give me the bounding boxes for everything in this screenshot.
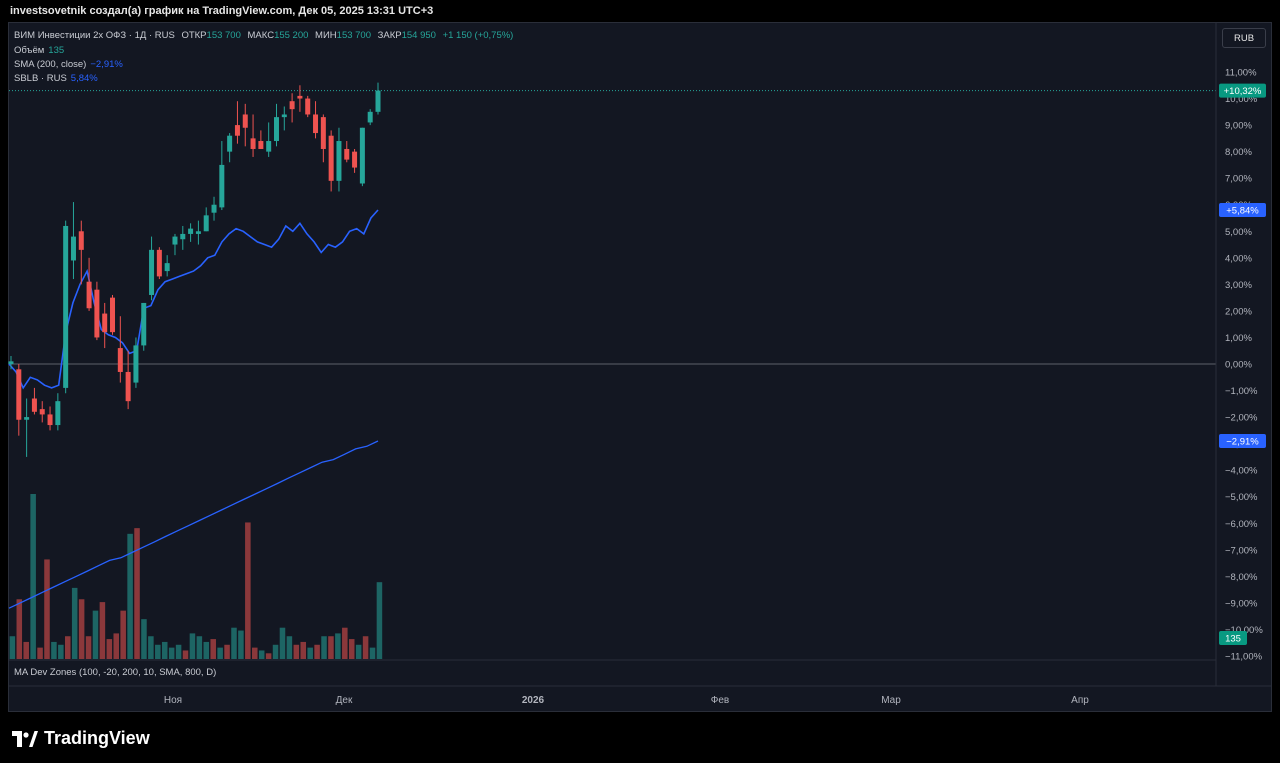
low-value: 153 700 — [336, 30, 371, 41]
close-label: ЗАКР — [377, 30, 402, 41]
volume-legend[interactable]: Объём 135 — [14, 45, 64, 56]
volume-value: 135 — [48, 45, 65, 56]
tradingview-logo-icon — [12, 730, 38, 747]
chart-attribution: investsovetnik создал(а) график на Tradi… — [10, 5, 434, 17]
low-label: МИН — [315, 30, 337, 41]
open-value: 153 700 — [206, 30, 241, 41]
brand-name: TradingView — [44, 728, 150, 748]
sma-label: SMA (200, close) — [14, 59, 87, 70]
compare-legend[interactable]: SBLB · RUS 5,84% — [14, 73, 98, 84]
close-value: 154 950 — [401, 30, 436, 41]
volume-label: Объём — [14, 45, 45, 56]
compare-value: 5,84% — [70, 73, 98, 84]
indicator-label[interactable]: MA Dev Zones (100, -20, 200, 10, SMA, 80… — [14, 667, 216, 678]
sma-value: −2,91% — [90, 59, 123, 70]
compare-label: SBLB · RUS — [14, 73, 67, 84]
tradingview-logo: TradingView — [12, 728, 150, 749]
chart-panel[interactable] — [8, 22, 1272, 712]
currency-button[interactable]: RUB — [1222, 28, 1266, 48]
sma-legend[interactable]: SMA (200, close) −2,91% — [14, 59, 123, 70]
high-label: МАКС — [247, 30, 275, 41]
open-label: ОТКР — [181, 30, 207, 41]
high-value: 155 200 — [274, 30, 309, 41]
change-value: +1 150 (+0,75%) — [442, 30, 514, 41]
symbol-legend: ВИМ Инвестиции 2x ОФЗ · 1Д · RUS ОТКР153… — [14, 30, 513, 41]
symbol-name[interactable]: ВИМ Инвестиции 2x ОФЗ · 1Д · RUS — [14, 30, 175, 41]
